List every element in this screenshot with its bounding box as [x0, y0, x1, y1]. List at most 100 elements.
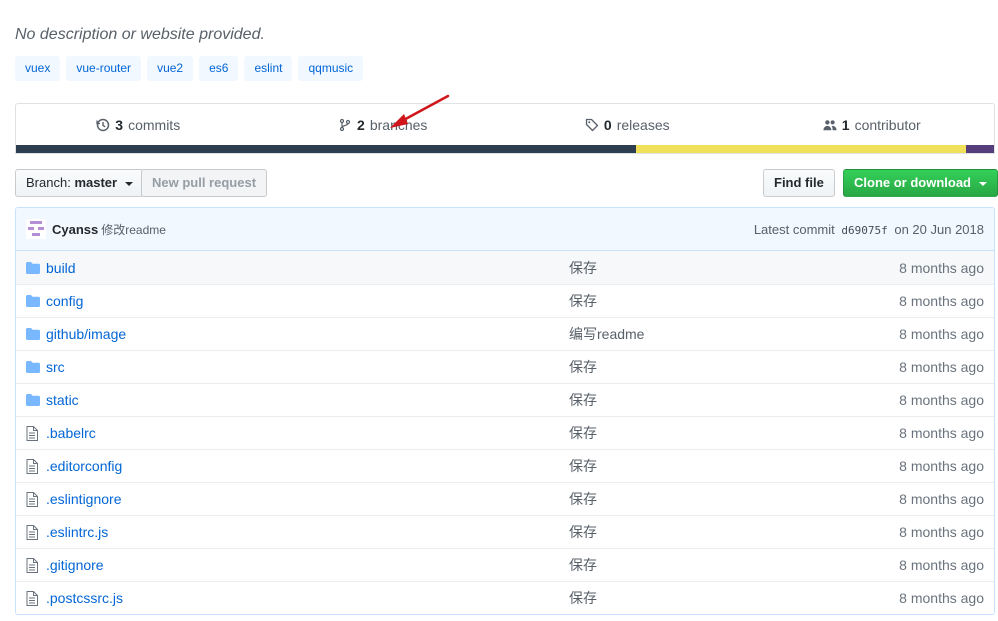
- file-age: 8 months ago: [899, 524, 984, 540]
- topic-list: vuex vue-router vue2 es6 eslint qqmusic: [15, 56, 364, 81]
- language-segment: [965, 145, 994, 153]
- file-row: src 保存 8 months ago: [16, 350, 994, 383]
- file-name-link[interactable]: .eslintrc.js: [46, 524, 569, 540]
- file-age: 8 months ago: [899, 392, 984, 408]
- branches-link[interactable]: 2 branches: [261, 104, 506, 146]
- file-age: 8 months ago: [899, 491, 984, 507]
- file-age: 8 months ago: [899, 590, 984, 606]
- clone-download-button[interactable]: Clone or download: [843, 169, 998, 197]
- file-name-link[interactable]: .babelrc: [46, 425, 569, 441]
- language-segment: [16, 145, 637, 153]
- commit-author[interactable]: Cyanss: [52, 222, 98, 237]
- language-segment: [636, 145, 966, 153]
- commits-label: commits: [128, 117, 181, 133]
- folder-icon: [16, 295, 46, 307]
- file-row: .eslintrc.js 保存 8 months ago: [16, 515, 994, 548]
- file-icon: [16, 590, 46, 606]
- topic-tag[interactable]: vue-router: [66, 56, 142, 81]
- new-pull-request-button[interactable]: New pull request: [141, 169, 268, 197]
- file-row: .editorconfig 保存 8 months ago: [16, 449, 994, 482]
- file-commit-message[interactable]: 保存: [569, 588, 854, 608]
- file-commit-message[interactable]: 保存: [569, 258, 854, 278]
- file-icon: [16, 557, 46, 573]
- repo-description: No description or website provided.: [15, 26, 265, 43]
- commits-link[interactable]: 3 commits: [16, 104, 261, 146]
- releases-count: 0: [603, 117, 612, 133]
- latest-commit-prefix: Latest commit: [753, 221, 835, 237]
- commits-count: 3: [115, 117, 124, 133]
- caret-down-icon: [124, 181, 133, 186]
- file-icon: [16, 524, 46, 540]
- branch-name: master: [74, 175, 118, 190]
- folder-icon: [16, 328, 46, 340]
- caret-down-icon: [978, 181, 987, 186]
- file-commit-message[interactable]: 保存: [569, 456, 854, 476]
- topic-tag[interactable]: vue2: [147, 56, 194, 81]
- file-list: build 保存 8 months ago config 保存 8 months ago g…: [16, 251, 994, 614]
- people-icon: [823, 120, 837, 131]
- tag-icon: [585, 118, 599, 132]
- contributors-label: contributor: [854, 117, 921, 133]
- contributors-count: 1: [841, 117, 850, 133]
- commit-sha[interactable]: d69075f: [841, 224, 887, 237]
- avatar[interactable]: [26, 219, 46, 239]
- file-row: github/image 编写readme 8 months ago: [16, 317, 994, 350]
- file-row: build 保存 8 months ago: [16, 251, 994, 284]
- history-icon: [96, 118, 110, 132]
- file-name-link[interactable]: .eslintignore: [46, 491, 569, 507]
- commit-date: on 20 Jun 2018: [894, 221, 984, 237]
- file-commit-message[interactable]: 保存: [569, 522, 854, 542]
- folder-icon: [16, 361, 46, 373]
- releases-label: releases: [616, 117, 670, 133]
- file-commit-message[interactable]: 编写readme: [569, 324, 854, 344]
- contributors-link[interactable]: 1 contributor: [750, 104, 995, 146]
- topic-tag[interactable]: eslint: [244, 56, 293, 81]
- file-row: .babelrc 保存 8 months ago: [16, 416, 994, 449]
- git-branch-icon: [339, 118, 351, 132]
- language-bar[interactable]: [16, 145, 994, 153]
- find-file-button[interactable]: Find file: [763, 169, 835, 197]
- file-row: .gitignore 保存 8 months ago: [16, 548, 994, 581]
- latest-commit-info: Latest commit d69075f on 20 Jun 2018: [754, 222, 984, 237]
- topic-tag[interactable]: es6: [199, 56, 239, 81]
- topic-tag[interactable]: vuex: [15, 56, 61, 81]
- file-icon: [16, 425, 46, 441]
- file-name-link[interactable]: static: [46, 392, 569, 408]
- file-navigation: Cyanss 修改readme Latest commit d69075f on…: [15, 207, 995, 615]
- folder-icon: [16, 394, 46, 406]
- file-icon: [16, 458, 46, 474]
- file-name-link[interactable]: github/image: [46, 326, 569, 342]
- file-row: config 保存 8 months ago: [16, 284, 994, 317]
- file-row: .postcssrc.js 保存 8 months ago: [16, 581, 994, 614]
- file-age: 8 months ago: [899, 359, 984, 375]
- file-age: 8 months ago: [899, 326, 984, 342]
- file-name-link[interactable]: config: [46, 293, 569, 309]
- file-row: static 保存 8 months ago: [16, 383, 994, 416]
- branch-select-button[interactable]: Branch: master: [15, 169, 144, 197]
- commit-message[interactable]: 修改readme: [101, 221, 166, 238]
- releases-link[interactable]: 0 releases: [505, 104, 750, 146]
- file-name-link[interactable]: .gitignore: [46, 557, 569, 573]
- file-icon: [16, 491, 46, 507]
- file-commit-message[interactable]: 保存: [569, 555, 854, 575]
- clone-label: Clone or download: [854, 175, 971, 190]
- file-name-link[interactable]: build: [46, 260, 569, 276]
- branches-label: branches: [369, 117, 428, 133]
- file-commit-message[interactable]: 保存: [569, 423, 854, 443]
- latest-commit-bar: Cyanss 修改readme Latest commit d69075f on…: [16, 208, 994, 251]
- folder-icon: [16, 261, 46, 274]
- file-commit-message[interactable]: 保存: [569, 357, 854, 377]
- file-age: 8 months ago: [899, 293, 984, 309]
- file-age: 8 months ago: [899, 458, 984, 474]
- file-name-link[interactable]: .postcssrc.js: [46, 590, 569, 606]
- file-name-link[interactable]: src: [46, 359, 569, 375]
- file-name-link[interactable]: .editorconfig: [46, 458, 569, 474]
- topic-tag[interactable]: qqmusic: [298, 56, 364, 81]
- file-commit-message[interactable]: 保存: [569, 291, 854, 311]
- file-commit-message[interactable]: 保存: [569, 390, 854, 410]
- file-age: 8 months ago: [899, 425, 984, 441]
- file-age: 8 months ago: [899, 557, 984, 573]
- branch-prefix: Branch:: [26, 175, 71, 190]
- file-row: .eslintignore 保存 8 months ago: [16, 482, 994, 515]
- file-commit-message[interactable]: 保存: [569, 489, 854, 509]
